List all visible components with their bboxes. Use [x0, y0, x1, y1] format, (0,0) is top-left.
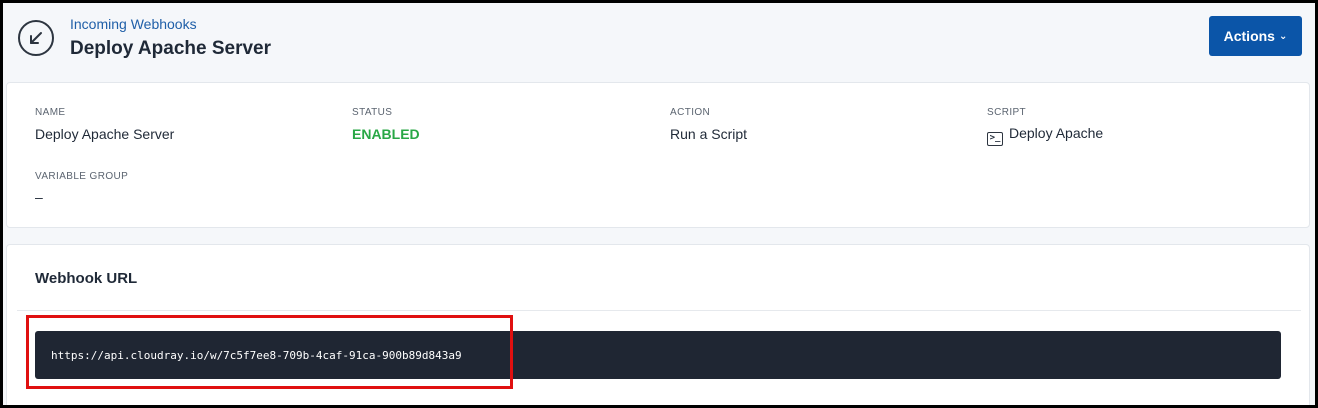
back-button[interactable] [18, 20, 54, 56]
action-label: ACTION [670, 107, 711, 118]
webhook-url-heading: Webhook URL [35, 270, 138, 287]
status-badge: ENABLED [352, 126, 420, 142]
webhook-details-card: NAME Deploy Apache Server STATUS ENABLED… [6, 82, 1310, 228]
divider [17, 310, 1301, 311]
name-label: NAME [35, 107, 66, 118]
breadcrumb-incoming-webhooks[interactable]: Incoming Webhooks [70, 16, 197, 32]
variable-group-label: VARIABLE GROUP [35, 171, 129, 182]
script-link[interactable]: >_ Deploy Apache [987, 125, 1103, 146]
variable-group-value: – [35, 189, 43, 205]
webhook-url-box[interactable]: https://api.cloudray.io/w/7c5f7ee8-709b-… [35, 331, 1281, 379]
script-label: SCRIPT [987, 107, 1027, 118]
arrow-down-left-icon [30, 32, 42, 44]
actions-button[interactable]: Actions ⌄ [1209, 16, 1302, 56]
action-value: Run a Script [670, 126, 748, 142]
script-value: Deploy Apache [1009, 125, 1104, 141]
chevron-down-icon: ⌄ [1278, 30, 1288, 42]
name-value: Deploy Apache Server [35, 126, 175, 142]
page: Incoming Webhooks Deploy Apache Server A… [3, 3, 1315, 405]
status-label: STATUS [352, 107, 393, 118]
actions-button-label: Actions [1223, 28, 1275, 44]
terminal-icon: >_ [987, 132, 1003, 146]
page-title: Deploy Apache Server [70, 38, 271, 59]
webhook-url-text[interactable]: https://api.cloudray.io/w/7c5f7ee8-709b-… [51, 349, 462, 362]
webhook-url-card: Webhook URL https://api.cloudray.io/w/7c… [6, 244, 1310, 405]
